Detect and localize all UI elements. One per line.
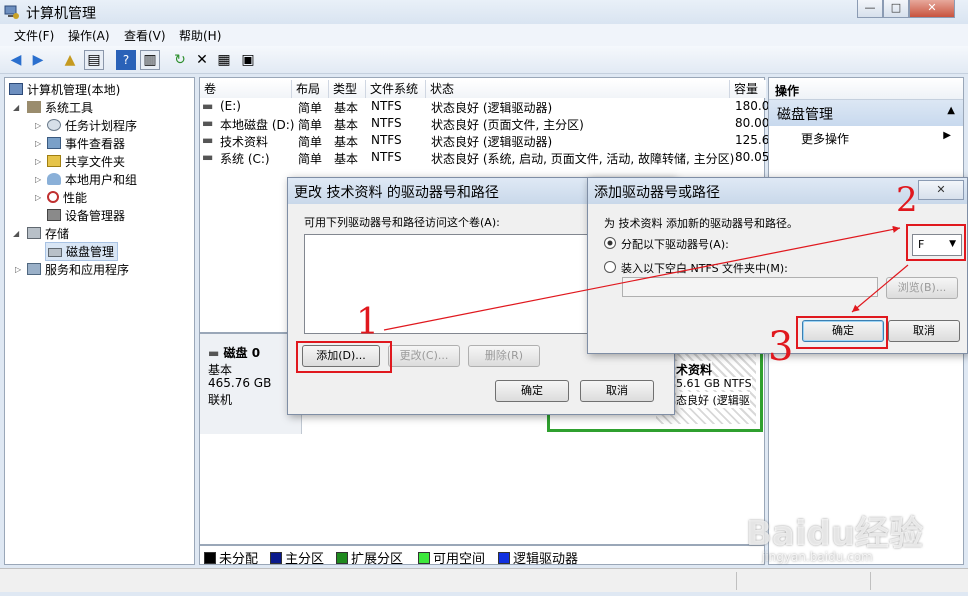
arrow-to-drive-letter [383,225,901,331]
watermark-brand: Baidu经验 [746,514,924,554]
arrow-to-ok [851,264,909,313]
watermark-url: jingyan.baidu.com [762,550,873,564]
watermark: Baidu经验 jingyan.baidu.com [746,506,966,566]
